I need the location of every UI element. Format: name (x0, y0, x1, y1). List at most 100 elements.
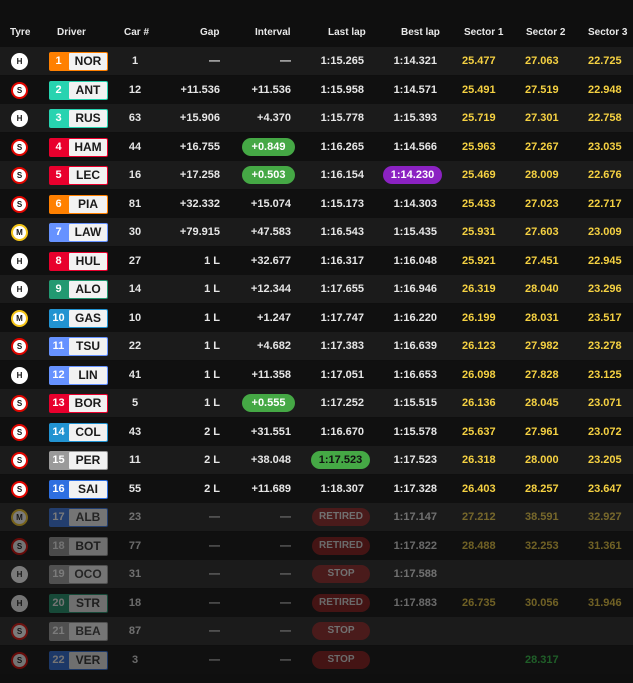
table-row[interactable]: H 1 NOR 1 — — 1:15.265 1:14.321 25.477 27.063 22.7… (0, 47, 633, 75)
best-lap-value: 1:17.883 (393, 596, 437, 609)
driver-badge[interactable]: 18 BOT (49, 536, 108, 556)
header-tyre[interactable]: Tyre (10, 27, 30, 38)
sector-3-time: 22.676 (588, 169, 622, 181)
table-row[interactable]: M 7 LAW 30 +79.915 +47.583 1:16.543 1:15.435 25.… (0, 218, 633, 246)
last-lap-value: 1:16.154 (320, 169, 364, 181)
driver-badge[interactable]: 20 STR (49, 593, 108, 613)
best-lap-value: 1:15.393 (393, 112, 437, 124)
table-row[interactable]: S 11 TSU 22 1 L +4.682 1:17.383 1:16.639 26.123 2… (0, 332, 633, 360)
driver-position: 3 (55, 112, 62, 124)
table-row[interactable]: H 12 LIN 41 1 L +11.358 1:17.051 1:16.653 26.098… (0, 360, 633, 389)
tyre-compound-letter: S (16, 655, 23, 665)
table-row[interactable]: S 22 VER 3 — — STOP 28.317 (0, 645, 633, 674)
sector-3-time (588, 560, 628, 588)
table-row[interactable]: H 8 HUL 27 1 L +32.677 1:16.317 1:16.048 25.921 2… (0, 246, 633, 275)
table-row[interactable]: H 19 OCO 31 — — STOP 1:17.588 (0, 560, 633, 588)
table-row[interactable]: S 13 BOR 5 1 L +0.555 1:17.252 1:15.515 26.136 28… (0, 389, 633, 417)
driver-badge[interactable]: 12 LIN (49, 365, 108, 385)
car-number: 5 (131, 397, 139, 409)
car-number: 30 (128, 226, 142, 238)
header-driver[interactable]: Driver (57, 27, 86, 38)
driver-badge[interactable]: 2 ANT (49, 80, 108, 100)
driver-badge[interactable]: 5 LEC (49, 166, 108, 185)
driver-code: HAM (69, 138, 107, 156)
gap-value: +16.755 (179, 140, 220, 153)
gap-value: +17.258 (179, 169, 220, 181)
driver-badge[interactable]: 6 PIA (49, 194, 108, 214)
header-sector-1[interactable]: Sector 1 (464, 27, 503, 38)
table-row[interactable]: H 9 ALO 14 1 L +12.344 1:17.655 1:16.946 26.319 2… (0, 275, 633, 303)
tyre-compound-letter: S (16, 142, 23, 152)
table-row[interactable]: S 15 PER 11 2 L +38.048 1:17.523 1:17.523 26.318… (0, 446, 633, 474)
driver-badge[interactable]: 15 PER (49, 451, 108, 470)
header-gap[interactable]: Gap (200, 27, 219, 38)
tyre-compound-letter: M (16, 513, 23, 522)
tyre-compound-letter: S (16, 399, 23, 408)
driver-position: 8 (55, 254, 62, 267)
driver-badge[interactable]: 22 VER (49, 650, 108, 670)
table-row[interactable]: S 16 SAI 55 2 L +11.689 1:18.307 1:17.328 26.403… (0, 474, 633, 503)
driver-position: 6 (55, 197, 62, 210)
table-row[interactable]: S 2 ANT 12 +11.536 +11.536 1:15.958 1:14.571 25.… (0, 75, 633, 104)
tyre-compound-letter: S (16, 484, 23, 494)
sector-3-time: 23.072 (588, 425, 622, 438)
interval-pill: +0.503 (242, 166, 295, 184)
tyre-compound-icon: M (11, 309, 28, 327)
driver-badge[interactable]: 13 BOR (49, 394, 108, 413)
driver-badge[interactable]: 21 BEA (49, 622, 108, 641)
driver-badge[interactable]: 8 HUL (49, 251, 108, 271)
driver-badge[interactable]: 11 TSU (49, 337, 108, 356)
driver-badge[interactable]: 17 ALB (49, 508, 108, 527)
table-row[interactable]: S 14 COL 43 2 L +31.551 1:16.670 1:15.578 25.637… (0, 417, 633, 446)
best-lap-value: 1:15.515 (393, 397, 437, 409)
tyre-compound-icon: M (11, 509, 28, 526)
driver-code: PER (69, 452, 107, 469)
driver-badge[interactable]: 4 HAM (49, 137, 108, 157)
driver-badge[interactable]: 9 ALO (49, 280, 108, 299)
row-content: S 11 TSU 22 1 L +4.682 1:17.383 1:16.639 26.123 2… (0, 332, 633, 360)
driver-position: 5 (55, 169, 62, 181)
interval-value: — (280, 568, 291, 580)
table-row[interactable]: H 3 RUS 63 +15.906 +4.370 1:15.778 1:15.393 25.7… (0, 104, 633, 132)
driver-badge[interactable]: 16 SAI (49, 479, 108, 499)
sector-2-time: 28.031 (525, 311, 559, 324)
driver-badge[interactable]: 3 RUS (49, 109, 108, 128)
last-lap-value: 1:16.543 (320, 226, 364, 238)
table-row[interactable]: S 5 LEC 16 +17.258 +0.503 1:16.154 1:14.230 25.4… (0, 161, 633, 189)
sector-1-time: 25.637 (462, 425, 496, 438)
table-row[interactable]: H 20 STR 18 — — RETIRED 1:17.883 26.735 30.056 31.… (0, 588, 633, 617)
table-row[interactable]: M 10 GAS 10 1 L +1.247 1:17.747 1:16.220 26.199 2… (0, 303, 633, 332)
best-lap-pill: 1:14.230 (383, 166, 442, 184)
car-number: 31 (128, 568, 142, 580)
driver-badge[interactable]: 19 OCO (49, 565, 108, 584)
driver-code: RUS (69, 110, 107, 127)
driver-badge[interactable]: 1 NOR (49, 52, 108, 71)
tyre-compound-letter: H (16, 370, 23, 380)
header-interval[interactable]: Interval (255, 27, 291, 38)
tyre-compound-icon: H (11, 566, 28, 583)
driver-badge[interactable]: 14 COL (49, 422, 108, 442)
header-best-lap[interactable]: Best lap (401, 27, 440, 38)
car-number: 77 (128, 539, 142, 552)
tyre-compound-icon: S (11, 480, 28, 498)
last-lap-value: 1:17.655 (320, 283, 364, 295)
table-row[interactable]: M 17 ALB 23 — — RETIRED 1:17.147 27.212 38.591 32.… (0, 503, 633, 531)
sector-1-time: 26.735 (462, 596, 496, 609)
header-sector-2[interactable]: Sector 2 (526, 27, 565, 38)
table-row[interactable]: S 4 HAM 44 +16.755 +0.849 1:16.265 1:14.566 25.9… (0, 132, 633, 161)
header-car[interactable]: Car # (124, 27, 149, 38)
tyre-compound-icon: S (11, 167, 28, 184)
header-sector-3[interactable]: Sector 3 (588, 27, 627, 38)
table-row[interactable]: S 21 BEA 87 — — STOP (0, 617, 633, 645)
sector-2-time: 28.000 (525, 454, 559, 466)
sector-2-time: 28.045 (525, 397, 559, 409)
header-last-lap[interactable]: Last lap (328, 27, 366, 38)
sector-1-time: 26.098 (462, 368, 496, 381)
driver-badge[interactable]: 10 GAS (49, 308, 108, 328)
table-row[interactable]: S 18 BOT 77 — — RETIRED 1:17.822 28.488 32.253 31.… (0, 531, 633, 560)
driver-code: ANT (69, 81, 107, 99)
table-row[interactable]: S 6 PIA 81 +32.332 +15.074 1:15.173 1:14.303 25.… (0, 189, 633, 218)
driver-badge[interactable]: 7 LAW (49, 223, 108, 242)
sector-2-time: 30.056 (525, 596, 559, 609)
sector-2-time: 27.451 (525, 254, 559, 267)
